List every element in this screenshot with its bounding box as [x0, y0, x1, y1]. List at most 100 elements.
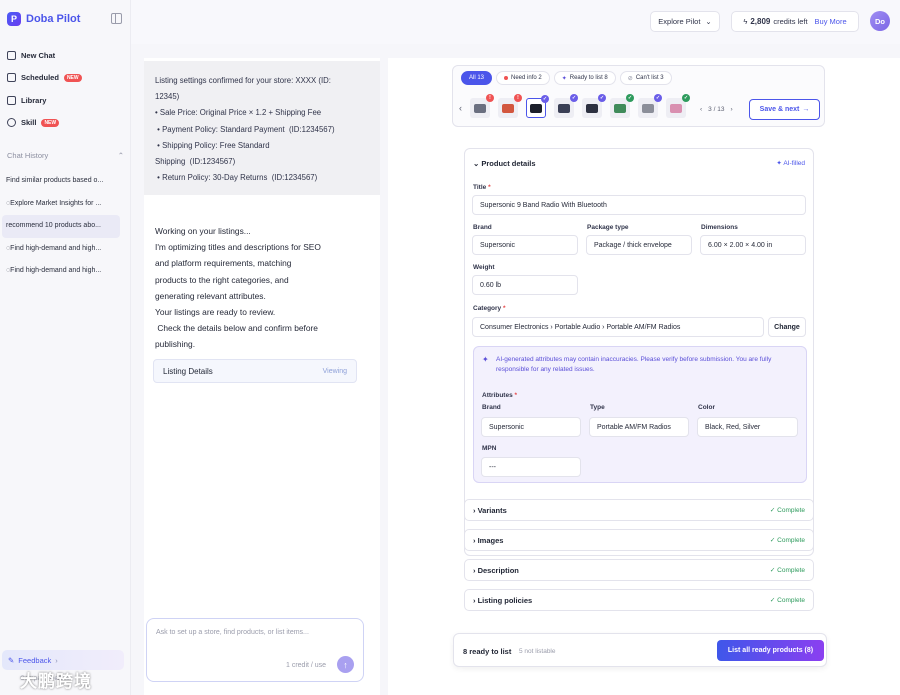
listing-details-card[interactable]: Listing Details Viewing: [153, 359, 357, 383]
package-type-label: Package type: [587, 224, 629, 231]
user-avatar[interactable]: Do: [870, 11, 890, 31]
credits-panel: ϟ 2,809 credits left Buy More: [731, 11, 859, 32]
change-category-button[interactable]: Change: [768, 317, 806, 337]
reply-line: I'm optimizing titles and descriptions f…: [155, 242, 321, 253]
tab-need-info[interactable]: Need info 2: [496, 71, 550, 85]
new-chat-icon: [7, 50, 16, 60]
section-status: Complete: [777, 597, 805, 604]
attr-color-field[interactable]: Black, Red, Silver: [697, 417, 798, 437]
reply-line: generating relevant attributes.: [155, 290, 266, 301]
collapse-sidebar-icon[interactable]: [111, 13, 122, 24]
category-label: Category *: [473, 305, 506, 312]
check-icon: ✓: [541, 95, 549, 103]
app-name: Doba Pilot: [26, 13, 81, 25]
product-thumb[interactable]: ✓: [554, 94, 578, 118]
listing-panel: All 13 Need info 2 ✦ Ready to list 8 ⊘ Can…: [452, 65, 825, 630]
listing-footer: 8 ready to list 5 not listable List all …: [453, 633, 827, 667]
product-thumb-selected[interactable]: ✓: [526, 95, 549, 118]
attr-mpn-field[interactable]: ---: [481, 457, 581, 477]
check-icon: ✓: [682, 94, 690, 102]
alert-icon: !: [486, 94, 494, 102]
product-image: [614, 103, 626, 113]
save-next-button[interactable]: Save & next →: [749, 99, 820, 120]
chat-input[interactable]: Ask to set up a store, find products, or…: [146, 618, 364, 682]
section-listing-policies[interactable]: › Listing policies ✓ Complete: [464, 589, 814, 611]
history-item[interactable]: ◌Explore Market Insights for ...: [2, 193, 120, 216]
history-item[interactable]: Find similar products based o...: [2, 170, 120, 193]
chevron-down-icon: ⌄: [705, 17, 712, 26]
chevron-left-icon[interactable]: ‹: [700, 106, 702, 113]
section-images[interactable]: › Images ✓ Complete: [464, 529, 814, 551]
dimensions-field[interactable]: 6.00 × 2.00 × 4.00 in: [700, 235, 806, 255]
chat-history-header[interactable]: Chat History ⌃: [7, 151, 124, 160]
chat-thread: Listing settings confirmed for your stor…: [144, 58, 380, 695]
product-image: [642, 103, 654, 113]
history-item-active[interactable]: recommend 10 products abo...: [2, 215, 120, 238]
product-image: [670, 103, 682, 113]
nav-new-chat[interactable]: New Chat: [7, 44, 125, 67]
tab-cant-list[interactable]: ⊘ Can't list 3: [619, 71, 672, 85]
settings-line: Listing settings confirmed for your stor…: [155, 76, 331, 85]
settings-line: • Sale Price: Original Price × 1.2 + Shi…: [155, 108, 322, 118]
product-image: [474, 103, 486, 113]
ai-attributes-box: ✦ AI-generated attributes may contain in…: [473, 346, 807, 483]
history-item[interactable]: ◌Find high-demand and high...: [2, 260, 120, 283]
buy-more-link[interactable]: Buy More: [815, 17, 847, 26]
nav-library[interactable]: Library: [7, 89, 125, 112]
nav-scheduled[interactable]: Scheduled NEW: [7, 67, 125, 90]
tab-label: Need info 2: [511, 75, 542, 81]
section-label: Listing policies: [477, 595, 533, 605]
product-thumb[interactable]: ✓: [582, 94, 606, 118]
chevron-left-icon[interactable]: ‹: [459, 103, 462, 113]
history-item[interactable]: ◌Find high-demand and high...: [2, 238, 120, 261]
settings-message: Listing settings confirmed for your stor…: [144, 61, 380, 195]
chat-history-list: Find similar products based o... ◌Explor…: [2, 170, 120, 283]
edit-icon: ✎: [8, 655, 15, 665]
send-button[interactable]: ↑: [337, 656, 354, 673]
alert-icon: !: [514, 94, 522, 102]
product-thumb[interactable]: ✓: [638, 94, 662, 118]
sidebar-nav: New Chat Scheduled NEW Library Skill NEW: [7, 44, 125, 134]
tab-ready-to-list[interactable]: ✦ Ready to list 8: [553, 71, 616, 85]
category-field[interactable]: Consumer Electronics › Portable Audio › …: [472, 317, 764, 337]
logo-icon: P: [7, 12, 21, 26]
chevron-right-icon: ›: [55, 655, 58, 665]
skill-icon: [7, 118, 16, 128]
settings-line: 12345): [155, 92, 180, 102]
brand-field[interactable]: Supersonic: [472, 235, 578, 255]
product-details-header[interactable]: ⌄ Product details ✦ AI-filled: [473, 159, 805, 168]
product-thumb[interactable]: ✓: [610, 94, 634, 118]
product-image: [530, 103, 542, 113]
explore-label: Explore Pilot: [658, 17, 701, 26]
tab-all[interactable]: All 13: [461, 71, 493, 85]
package-type-field[interactable]: Package / thick envelope: [586, 235, 692, 255]
list-all-button[interactable]: List all ready products (8): [717, 640, 824, 661]
product-image: [502, 103, 514, 113]
nav-label: Scheduled: [21, 73, 59, 83]
title-field[interactable]: Supersonic 9 Band Radio With Bluetooth: [472, 195, 806, 215]
ready-count: 8 ready to list: [463, 647, 512, 656]
tab-label: Can't list 3: [635, 75, 664, 81]
tab-label: Ready to list 8: [569, 75, 608, 81]
section-description[interactable]: › Description ✓ Complete: [464, 559, 814, 581]
product-thumb[interactable]: !: [470, 94, 494, 118]
section-status: Complete: [777, 507, 805, 514]
reply-line: and platform requirements, matching: [155, 258, 292, 269]
app-logo[interactable]: P Doba Pilot: [7, 12, 80, 26]
product-thumbnails: ‹ ! ! ✓ ✓ ✓ ✓ ✓ ✓: [459, 94, 690, 118]
product-thumb[interactable]: !: [498, 94, 522, 118]
chevron-right-icon[interactable]: ›: [730, 106, 732, 113]
attr-brand-label: Brand: [482, 404, 501, 411]
explore-pilot-dropdown[interactable]: Explore Pilot ⌄: [650, 11, 720, 32]
section-variants[interactable]: › Variants ✓ Complete: [464, 499, 814, 521]
nav-skill[interactable]: Skill NEW: [7, 112, 125, 135]
attr-type-field[interactable]: Portable AM/FM Radios: [589, 417, 689, 437]
product-thumb[interactable]: ✓: [666, 94, 690, 118]
weight-field[interactable]: 0.60 lb: [472, 275, 578, 295]
sparkle-icon: ✦: [482, 355, 489, 364]
attr-brand-field[interactable]: Supersonic: [481, 417, 581, 437]
attr-type-label: Type: [590, 404, 605, 411]
attr-mpn-label: MPN: [482, 445, 497, 452]
history-item-label: Find high-demand and high...: [10, 267, 102, 274]
alert-dot-icon: [504, 76, 509, 80]
